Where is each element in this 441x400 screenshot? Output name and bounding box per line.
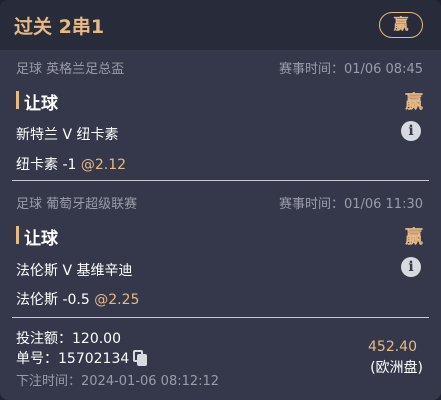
match-teams: 法伦斯 V 基维辛迪 bbox=[16, 263, 133, 279]
selection-odds: @2.25 bbox=[94, 292, 140, 308]
match-time: 赛事时间：01/06 11:30 bbox=[278, 197, 423, 212]
order-number: 单号：15702134 bbox=[16, 348, 148, 368]
selection-label: 纽卡素 -1 bbox=[16, 157, 81, 173]
bet-time: 下注时间：2024-01-06 08:12:12 bbox=[16, 374, 220, 389]
selection: 法伦斯 -0.5 @2.25 bbox=[16, 289, 139, 309]
bet-leg: 足球 英格兰足总盃 赛事时间：01/06 08:45 让球 赢 新特兰 V 纽卡… bbox=[0, 50, 441, 186]
parlay-title: 过关 2串1 bbox=[14, 16, 105, 38]
bet-slip-card: 过关 2串1 赢 足球 英格兰足总盃 赛事时间：01/06 08:45 让球 赢… bbox=[0, 0, 441, 400]
league-name: 足球 葡萄牙超级联赛 bbox=[16, 197, 138, 212]
info-icon[interactable]: i bbox=[401, 121, 421, 141]
order-number-text: 单号：15702134 bbox=[16, 351, 130, 367]
match-teams: 新特兰 V 纽卡素 bbox=[16, 127, 119, 143]
info-icon[interactable]: i bbox=[401, 257, 421, 277]
match-time: 赛事时间：01/06 08:45 bbox=[278, 62, 423, 77]
bet-leg: 足球 葡萄牙超级联赛 赛事时间：01/06 11:30 让球 赢 法伦斯 V 基… bbox=[0, 186, 441, 316]
bet-slip-header: 过关 2串1 赢 bbox=[0, 0, 441, 50]
selection: 纽卡素 -1 @2.12 bbox=[16, 154, 126, 174]
league-name: 足球 英格兰足总盃 bbox=[16, 62, 125, 77]
bet-type: 让球 bbox=[16, 224, 58, 249]
odds-format: (欧洲盘) bbox=[370, 360, 423, 376]
copy-icon[interactable] bbox=[133, 350, 148, 366]
leg-result: 赢 bbox=[405, 227, 423, 248]
bet-type: 让球 bbox=[16, 89, 58, 114]
leg-result: 赢 bbox=[405, 92, 423, 113]
selection-label: 法伦斯 -0.5 bbox=[16, 292, 95, 308]
footer-divider bbox=[12, 317, 429, 318]
overall-result-badge: 赢 bbox=[379, 12, 423, 38]
leg-divider bbox=[12, 180, 429, 181]
stake-amount: 投注额：120.00 bbox=[16, 331, 121, 347]
payout-amount: 452.40 bbox=[368, 339, 417, 355]
selection-odds: @2.12 bbox=[80, 157, 127, 173]
